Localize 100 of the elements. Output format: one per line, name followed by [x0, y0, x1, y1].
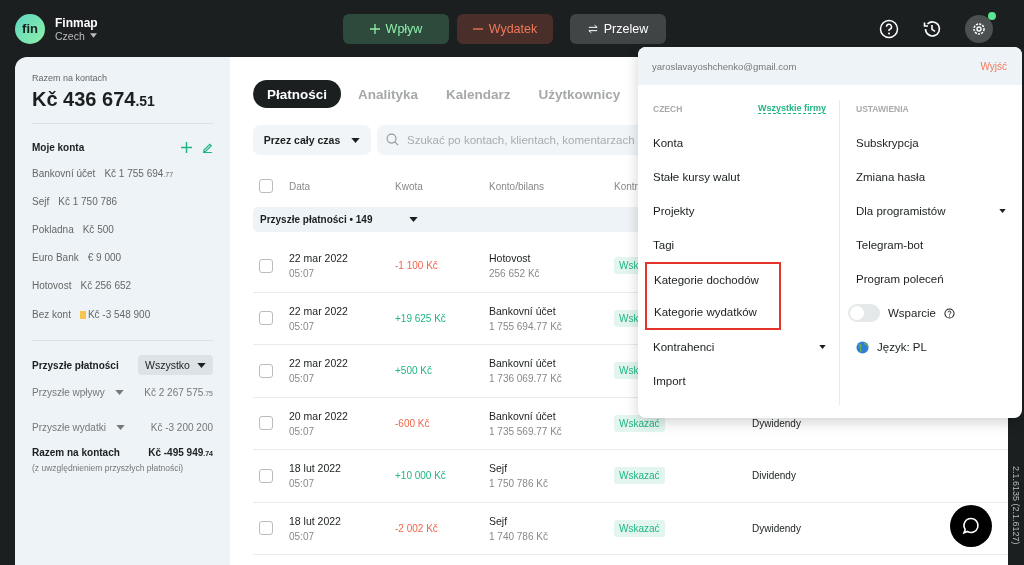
amount-cell-text: +500 Kč	[395, 365, 433, 377]
section-title: CZECH	[653, 103, 683, 114]
caret-icon	[351, 137, 361, 143]
category-text: Dywidendy	[752, 522, 801, 534]
row-checkbox[interactable]	[259, 521, 273, 536]
account-name[interactable]: Bankovní účet	[32, 167, 96, 179]
total-label: Razem na kontach	[32, 73, 109, 83]
amount-cell-text: +19 625 Kč	[395, 312, 447, 324]
balance-text: 1 735 569.77 Kč	[489, 425, 563, 437]
row-checkbox[interactable]	[259, 258, 273, 273]
menu-item[interactable]: Program poleceń	[856, 262, 1006, 296]
account-text: Bankovní účet	[489, 409, 557, 422]
help-icon[interactable]	[943, 307, 955, 319]
transfer-button[interactable]: Przelew	[570, 13, 666, 44]
caret-icon	[114, 390, 124, 396]
amount-cell-text: -2 002 Kč	[395, 522, 439, 534]
menu-item[interactable]: Konta	[653, 126, 826, 160]
history-icon[interactable]	[922, 18, 942, 39]
filter-dropdown[interactable]: Wszystko	[138, 355, 213, 376]
balance-text: 256 652 Kč	[489, 268, 541, 280]
column-header[interactable]: Data	[289, 180, 395, 192]
date-text: 22 mar 2022	[289, 304, 349, 317]
menu-item[interactable]: Subskrypcja	[856, 126, 1006, 160]
amount-cell-text: +10 000 Kč	[395, 470, 447, 482]
time-text: 05:07	[289, 268, 316, 280]
section-title: USTAWIENIA	[856, 103, 909, 114]
accounts-title: Moje konta	[32, 142, 86, 153]
row-checkbox[interactable]	[259, 311, 273, 326]
income-button[interactable]: Wpływ	[343, 13, 449, 44]
caret-icon	[999, 209, 1006, 213]
menu-item[interactable]: Import	[653, 364, 826, 398]
expense-button[interactable]: Wydatek	[457, 13, 553, 44]
amount-cell-text: -600 Kč	[395, 417, 431, 429]
language-item[interactable]: Język: PL	[856, 330, 1006, 364]
future-toggle[interactable]: Przyszłe wydatki	[32, 422, 125, 434]
account-name[interactable]: Pokladna	[32, 223, 74, 235]
column-header[interactable]: Konto/bilans	[489, 180, 614, 192]
email-text: yaroslavayoshchenko@gmail.com	[652, 60, 797, 72]
time-text: 05:07	[289, 478, 316, 490]
account-name[interactable]: Hotovost	[32, 280, 72, 292]
date-text: 20 mar 2022	[289, 409, 349, 422]
account-name[interactable]: Bez kont	[32, 308, 71, 320]
column-header[interactable]: Kwota	[395, 180, 489, 192]
logo[interactable]: fin	[15, 13, 45, 44]
account-balance: Kč 1 750 786	[58, 195, 118, 207]
account-balance: € 9 000	[87, 252, 122, 264]
menu-item[interactable]: Stałe kursy walut	[653, 160, 826, 194]
caret-icon	[89, 33, 97, 38]
account-text: Sejf	[489, 514, 509, 527]
version-text: 2.1.6135 (2.1.6127)	[1011, 466, 1021, 545]
balance-text: 1 750 786 Kč	[489, 478, 549, 490]
account-balance: Kč 500	[82, 223, 114, 235]
sum-label: Razem na kontach	[32, 447, 120, 459]
row-checkbox[interactable]	[259, 416, 273, 431]
period-dropdown[interactable]: Przez cały czas	[253, 125, 371, 155]
time-text: 05:07	[289, 373, 316, 385]
account-balance: Kč -3 548 900	[79, 308, 151, 320]
time-text: 05:07	[289, 530, 316, 542]
globe-icon	[856, 340, 869, 354]
edit-icon[interactable]	[202, 142, 213, 153]
account-text: Hotovost	[489, 252, 532, 265]
account-text: Sejf	[489, 462, 509, 475]
balance-text: 1 736 069.77 Kč	[489, 373, 563, 385]
app-name: Finmap	[55, 15, 98, 30]
time-text: 05:07	[289, 320, 316, 332]
toggle-label: Wsparcie	[888, 307, 936, 319]
menu-item[interactable]: Kategorie dochodów	[645, 262, 781, 296]
menu-item[interactable]: Kategorie wydatków	[645, 296, 781, 330]
future-toggle[interactable]: Przyszłe wpływy	[32, 387, 124, 399]
amount-cell-text: -1 100 Kč	[395, 260, 439, 272]
company-dropdown[interactable]: Czech	[55, 29, 98, 42]
chat-icon	[961, 516, 981, 536]
chat-button[interactable]	[950, 505, 992, 547]
future-title: Przyszłe płatności	[32, 359, 119, 371]
arrows-icon	[587, 23, 598, 34]
category-text: Dywidendy	[752, 417, 801, 429]
account-name[interactable]: Sejf	[32, 195, 50, 207]
support-toggle[interactable]	[848, 304, 880, 322]
date-text: 22 mar 2022	[289, 252, 349, 265]
future-amount: Kč -3 200 200	[150, 422, 213, 434]
row-checkbox[interactable]	[259, 363, 273, 378]
account-text: Bankovní účet	[489, 304, 557, 317]
date-text: 18 lut 2022	[289, 514, 342, 527]
settings-icon[interactable]	[965, 14, 993, 43]
tab[interactable]: Płatności	[253, 80, 342, 108]
sum-note: (z uwzględnieniem przyszłych płatności)	[32, 463, 185, 474]
row-checkbox[interactable]	[259, 468, 273, 483]
account-name[interactable]: Euro Bank	[32, 252, 79, 264]
add-icon[interactable]	[181, 142, 192, 153]
caret-icon	[409, 217, 419, 222]
account-balance: Kč 256 652	[80, 280, 132, 292]
caret-icon	[819, 345, 826, 349]
menu-item[interactable]: Kontrahenci	[653, 330, 826, 364]
total-amount: Kč 436 674.51	[32, 88, 156, 111]
caret-icon	[115, 425, 125, 431]
time-text: 05:07	[289, 425, 316, 437]
account-text: Bankovní účet	[489, 357, 557, 370]
menu-item[interactable]: Zmiana hasła	[856, 160, 1006, 194]
date-text: 22 mar 2022	[289, 357, 349, 370]
select-all-checkbox[interactable]	[259, 179, 273, 193]
